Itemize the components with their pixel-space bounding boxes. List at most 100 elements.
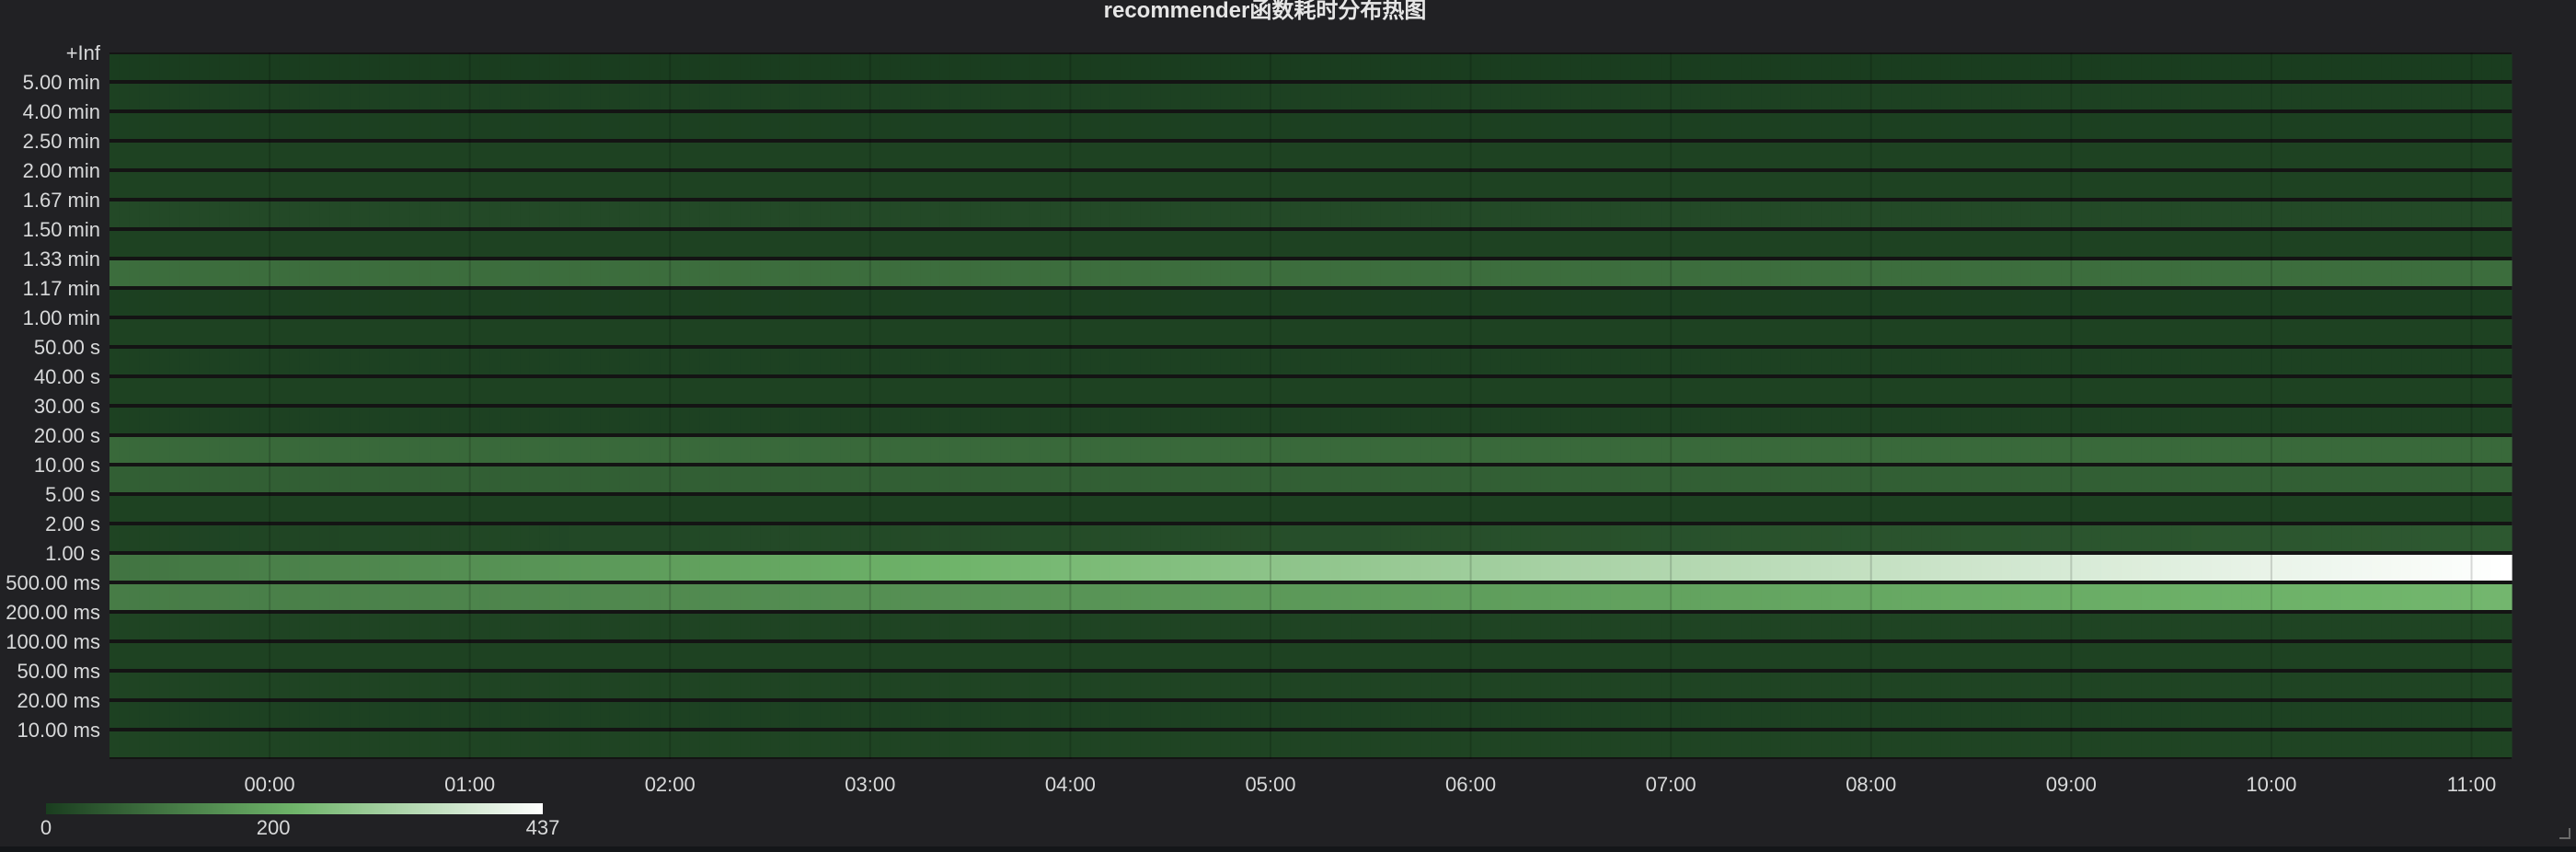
heatmap-cell[interactable]	[1640, 437, 1651, 463]
heatmap-cell[interactable]	[229, 143, 241, 168]
heatmap-cell[interactable]	[1570, 172, 1581, 198]
heatmap-cell[interactable]	[660, 584, 671, 610]
heatmap-cell[interactable]	[350, 84, 361, 109]
heatmap-cell[interactable]	[289, 231, 301, 257]
heatmap-cell[interactable]	[119, 643, 131, 669]
heatmap-cell[interactable]	[1290, 496, 1302, 522]
heatmap-cell[interactable]	[1210, 614, 1222, 639]
heatmap-cell[interactable]	[2020, 54, 2032, 80]
heatmap-cell[interactable]	[1640, 290, 1651, 316]
heatmap-cell[interactable]	[2121, 260, 2133, 286]
heatmap-cell[interactable]	[520, 260, 531, 286]
heatmap-cell[interactable]	[1501, 290, 1512, 316]
heatmap-cell[interactable]	[890, 319, 902, 345]
heatmap-cell[interactable]	[2121, 496, 2133, 522]
heatmap-cell[interactable]	[1440, 466, 1452, 492]
heatmap-cell[interactable]	[1080, 143, 1091, 168]
heatmap-cell[interactable]	[1240, 54, 1251, 80]
heatmap-cell[interactable]	[799, 113, 811, 139]
heatmap-cell[interactable]	[2020, 437, 2032, 463]
heatmap-cell[interactable]	[1070, 614, 1081, 639]
heatmap-cell[interactable]	[1950, 201, 1962, 227]
heatmap-cell[interactable]	[2321, 496, 2332, 522]
heatmap-cell[interactable]	[1720, 84, 1732, 109]
heatmap-cell[interactable]	[750, 525, 761, 551]
heatmap-cell[interactable]	[639, 231, 651, 257]
heatmap-cell[interactable]	[379, 172, 391, 198]
heatmap-cell[interactable]	[2011, 525, 2022, 551]
heatmap-cell[interactable]	[2281, 466, 2293, 492]
heatmap-cell[interactable]	[2391, 584, 2402, 610]
heatmap-cell[interactable]	[1050, 172, 1062, 198]
heatmap-cell[interactable]	[1060, 349, 1071, 374]
heatmap-cell[interactable]	[2061, 231, 2072, 257]
heatmap-cell[interactable]	[799, 319, 811, 345]
heatmap-cell[interactable]	[1490, 437, 1501, 463]
heatmap-cell[interactable]	[1340, 555, 1351, 581]
heatmap-cell[interactable]	[1800, 113, 1812, 139]
heatmap-cell[interactable]	[1931, 290, 1942, 316]
heatmap-cell[interactable]	[420, 290, 431, 316]
heatmap-cell[interactable]	[2041, 496, 2053, 522]
heatmap-cell[interactable]	[1290, 614, 1302, 639]
heatmap-cell[interactable]	[740, 525, 751, 551]
heatmap-cell[interactable]	[1610, 319, 1622, 345]
heatmap-cell[interactable]	[2180, 201, 2192, 227]
heatmap-cell[interactable]	[1250, 408, 1261, 433]
heatmap-cell[interactable]	[2441, 378, 2453, 404]
heatmap-cell[interactable]	[369, 290, 381, 316]
heatmap-cell[interactable]	[319, 525, 330, 551]
heatmap-cell[interactable]	[920, 143, 931, 168]
heatmap-cell[interactable]	[1160, 290, 1171, 316]
heatmap-cell[interactable]	[1591, 319, 1602, 345]
heatmap-cell[interactable]	[539, 408, 551, 433]
heatmap-cell[interactable]	[2001, 378, 2012, 404]
heatmap-cell[interactable]	[2441, 54, 2453, 80]
heatmap-cell[interactable]	[1190, 143, 1202, 168]
heatmap-cell[interactable]	[2151, 378, 2162, 404]
heatmap-cell[interactable]	[600, 525, 611, 551]
heatmap-cell[interactable]	[1200, 614, 1212, 639]
heatmap-cell[interactable]	[1971, 290, 1982, 316]
heatmap-cell[interactable]	[1210, 349, 1222, 374]
heatmap-cell[interactable]	[1690, 378, 1702, 404]
heatmap-cell[interactable]	[1720, 231, 1732, 257]
heatmap-cell[interactable]	[1260, 437, 1271, 463]
heatmap-cell[interactable]	[1400, 378, 1411, 404]
heatmap-cell[interactable]	[149, 319, 160, 345]
heatmap-cell[interactable]	[2261, 201, 2272, 227]
heatmap-cell[interactable]	[2281, 172, 2293, 198]
heatmap-cell[interactable]	[2100, 584, 2112, 610]
heatmap-cell[interactable]	[1870, 408, 1882, 433]
heatmap-cell[interactable]	[1601, 408, 1612, 433]
heatmap-cell[interactable]	[2501, 231, 2513, 257]
heatmap-cell[interactable]	[650, 319, 661, 345]
heatmap-cell[interactable]	[529, 231, 541, 257]
heatmap-cell[interactable]	[1950, 231, 1962, 257]
heatmap-cell[interactable]	[2371, 54, 2383, 80]
heatmap-cell[interactable]	[1029, 54, 1041, 80]
heatmap-cell[interactable]	[1290, 584, 1302, 610]
heatmap-cell[interactable]	[1450, 319, 1462, 345]
heatmap-cell[interactable]	[1250, 260, 1261, 286]
heatmap-cell[interactable]	[529, 466, 541, 492]
heatmap-cell[interactable]	[1160, 54, 1171, 80]
heatmap-cell[interactable]	[199, 584, 211, 610]
heatmap-cell[interactable]	[359, 172, 371, 198]
heatmap-cell[interactable]	[1751, 555, 1762, 581]
heatmap-cell[interactable]	[430, 555, 441, 581]
heatmap-cell[interactable]	[1210, 84, 1222, 109]
heatmap-cell[interactable]	[1270, 408, 1282, 433]
heatmap-cell[interactable]	[1380, 201, 1392, 227]
heatmap-cell[interactable]	[190, 54, 201, 80]
heatmap-cell[interactable]	[1901, 614, 1912, 639]
heatmap-cell[interactable]	[760, 319, 771, 345]
heatmap-cell[interactable]	[319, 643, 330, 669]
heatmap-cell[interactable]	[1130, 555, 1142, 581]
heatmap-chart[interactable]: +Inf5.00 min4.00 min2.50 min2.00 min1.67…	[0, 0, 2576, 846]
heatmap-cell[interactable]	[420, 466, 431, 492]
heatmap-cell[interactable]	[539, 201, 551, 227]
heatmap-cell[interactable]	[590, 260, 601, 286]
heatmap-cell[interactable]	[2211, 408, 2223, 433]
heatmap-cell[interactable]	[1761, 260, 1772, 286]
